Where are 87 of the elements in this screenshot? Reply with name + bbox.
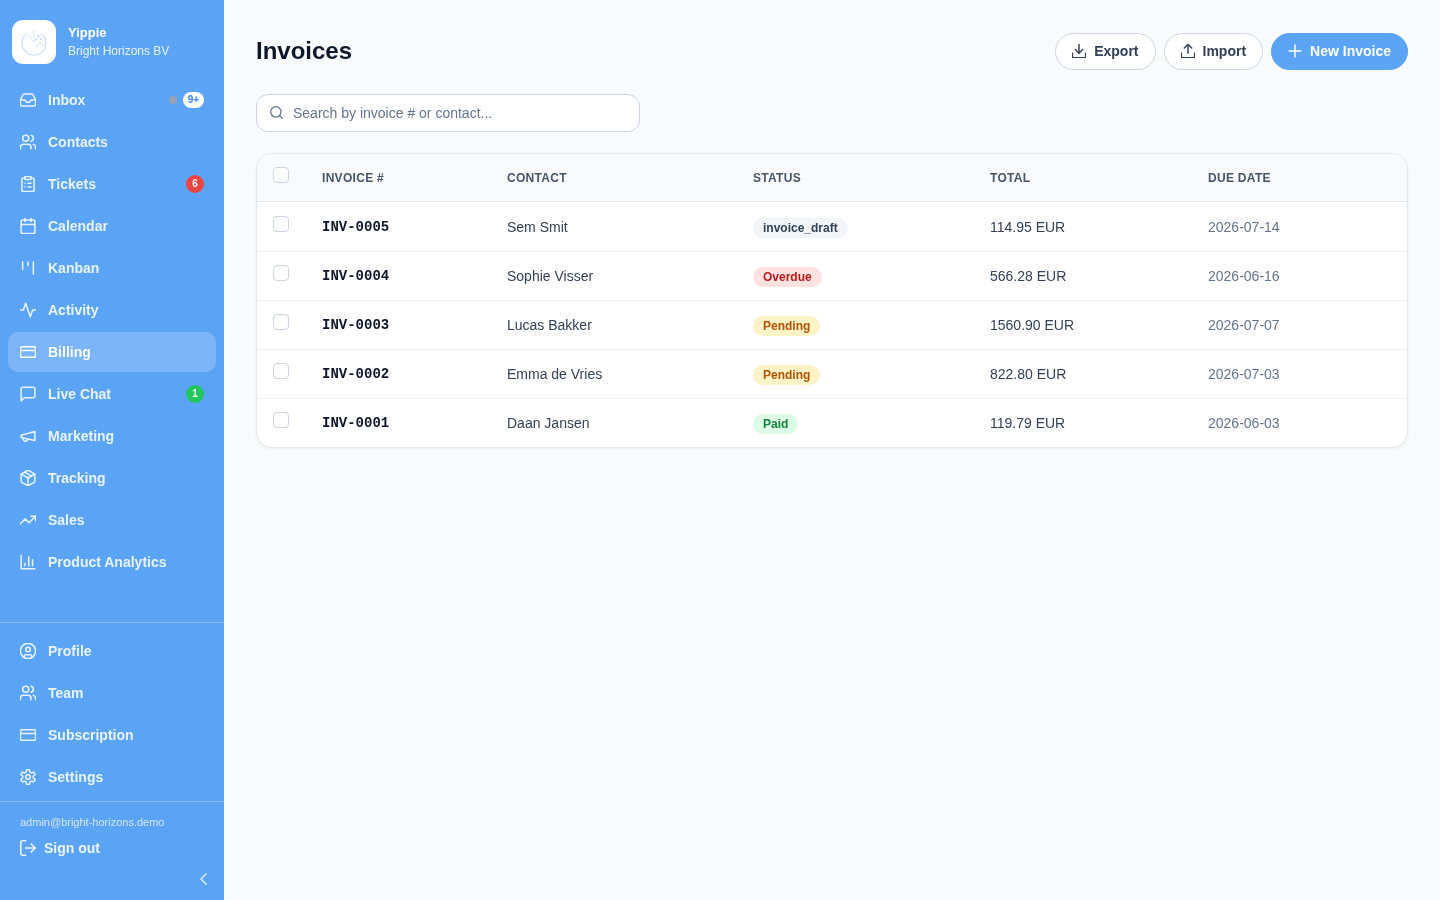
status-badge: Overdue	[753, 267, 822, 287]
nav-item[interactable]: Activity	[8, 290, 216, 330]
nav-item[interactable]: Team	[8, 673, 216, 713]
column-header: INVOICE #	[322, 170, 385, 185]
calendar-icon	[20, 218, 36, 234]
column-header: CONTACT	[507, 170, 567, 185]
search-icon	[270, 106, 283, 119]
row-checkbox[interactable]	[273, 215, 289, 232]
action-button[interactable]: Export	[1055, 32, 1156, 70]
due-date: 2026-06-16	[1208, 268, 1280, 284]
invoice-total: 119.79 EUR	[990, 415, 1066, 431]
search-field[interactable]: Search by invoice # or contact...	[256, 94, 640, 132]
nav-item[interactable]: Calendar	[8, 206, 216, 246]
upload-icon	[1180, 44, 1195, 58]
invoice-number: INV-0002	[322, 366, 390, 382]
invoice-number: INV-0001	[322, 415, 390, 431]
invoice-total: 822.80 EUR	[990, 366, 1067, 382]
status-badge: Pending	[753, 365, 821, 385]
people-icon	[20, 685, 36, 701]
sign-out-button[interactable]: Sign out	[20, 838, 100, 858]
plus-icon	[1288, 44, 1303, 58]
card-icon	[20, 727, 36, 743]
nav-item[interactable]: Settings	[8, 757, 216, 797]
count-badge: 6	[186, 175, 204, 193]
column-header: DUE DATE	[1208, 170, 1271, 185]
status-badge: Paid	[753, 414, 799, 434]
invoice-total: 566.28 EUR	[990, 268, 1067, 284]
column-header: TOTAL	[990, 170, 1031, 185]
action-button[interactable]: Import	[1163, 32, 1264, 70]
contact-name: Emma de Vries	[507, 366, 603, 382]
speech-bubble-icon	[20, 386, 36, 402]
count-badge: 9+	[183, 92, 204, 108]
contact-name: Sophie Visser	[507, 268, 594, 284]
bar-chart-icon	[20, 554, 36, 570]
select-all-checkbox[interactable]	[273, 167, 289, 183]
contact-name: Sem Smit	[507, 218, 568, 235]
nav-item[interactable]: Tickets 6	[8, 164, 216, 204]
invoice-total: 1560.90 EUR	[990, 317, 1075, 333]
page-title: Invoices	[256, 36, 353, 66]
row-checkbox[interactable]	[273, 265, 289, 281]
people-icon	[20, 134, 36, 150]
nav-item[interactable]: Profile	[8, 631, 216, 671]
megaphone-icon	[20, 428, 36, 444]
invoice-number: INV-0004	[322, 268, 390, 284]
card-icon	[20, 344, 36, 360]
columns-icon	[20, 260, 36, 276]
row-checkbox[interactable]	[273, 363, 289, 379]
nav-item[interactable]: Contacts	[8, 122, 216, 162]
nav-item[interactable]: Inbox 9+	[8, 80, 216, 120]
logout-icon	[20, 840, 36, 856]
pulse-icon	[20, 302, 36, 318]
organization-name: Bright Horizons BV	[68, 43, 170, 59]
nav-item[interactable]: Subscription	[8, 715, 216, 755]
row-checkbox[interactable]	[273, 412, 289, 428]
user-email: admin@bright-horizons.demo	[20, 815, 166, 830]
due-date: 2026-07-03	[1208, 366, 1280, 382]
collapse-sidebar-button[interactable]	[200, 873, 207, 885]
invoice-number: INV-0005	[322, 218, 390, 235]
nav-item[interactable]: Live Chat 1	[8, 374, 216, 414]
due-date: 2026-06-03	[1208, 415, 1280, 431]
action-button[interactable]: New Invoice	[1271, 32, 1408, 70]
logo-icon	[12, 20, 56, 64]
due-date: 2026-07-07	[1208, 317, 1280, 333]
invoice-total: 114.95 EUR	[990, 218, 1066, 235]
contact-name: Lucas Bakker	[507, 317, 592, 333]
nav-item[interactable]: Billing	[8, 332, 216, 372]
invoice-number: INV-0003	[322, 317, 390, 333]
due-date: 2026-07-14	[1208, 218, 1280, 235]
nav-item[interactable]: Marketing	[8, 416, 216, 456]
count-badge: 1	[186, 385, 204, 403]
download-icon	[1072, 44, 1087, 58]
column-header: STATUS	[753, 170, 802, 185]
nav-item[interactable]: Sales	[8, 500, 216, 540]
row-checkbox[interactable]	[273, 314, 289, 330]
brand-name: Yippie	[68, 25, 108, 41]
nav-item[interactable]: Kanban	[8, 248, 216, 288]
box-icon	[20, 470, 36, 486]
chevron-left-icon	[200, 873, 207, 885]
clipboard-icon	[20, 176, 36, 192]
status-badge: Pending	[753, 316, 821, 336]
nav-item[interactable]: Product Analytics	[8, 542, 216, 582]
inbox-tray-icon	[20, 92, 36, 108]
nav-item[interactable]: Tracking	[8, 458, 216, 498]
contact-name: Daan Jansen	[507, 415, 590, 431]
settings-icon	[20, 769, 36, 785]
trend-up-icon	[20, 512, 36, 528]
status-badge: invoice_draft	[753, 217, 848, 238]
